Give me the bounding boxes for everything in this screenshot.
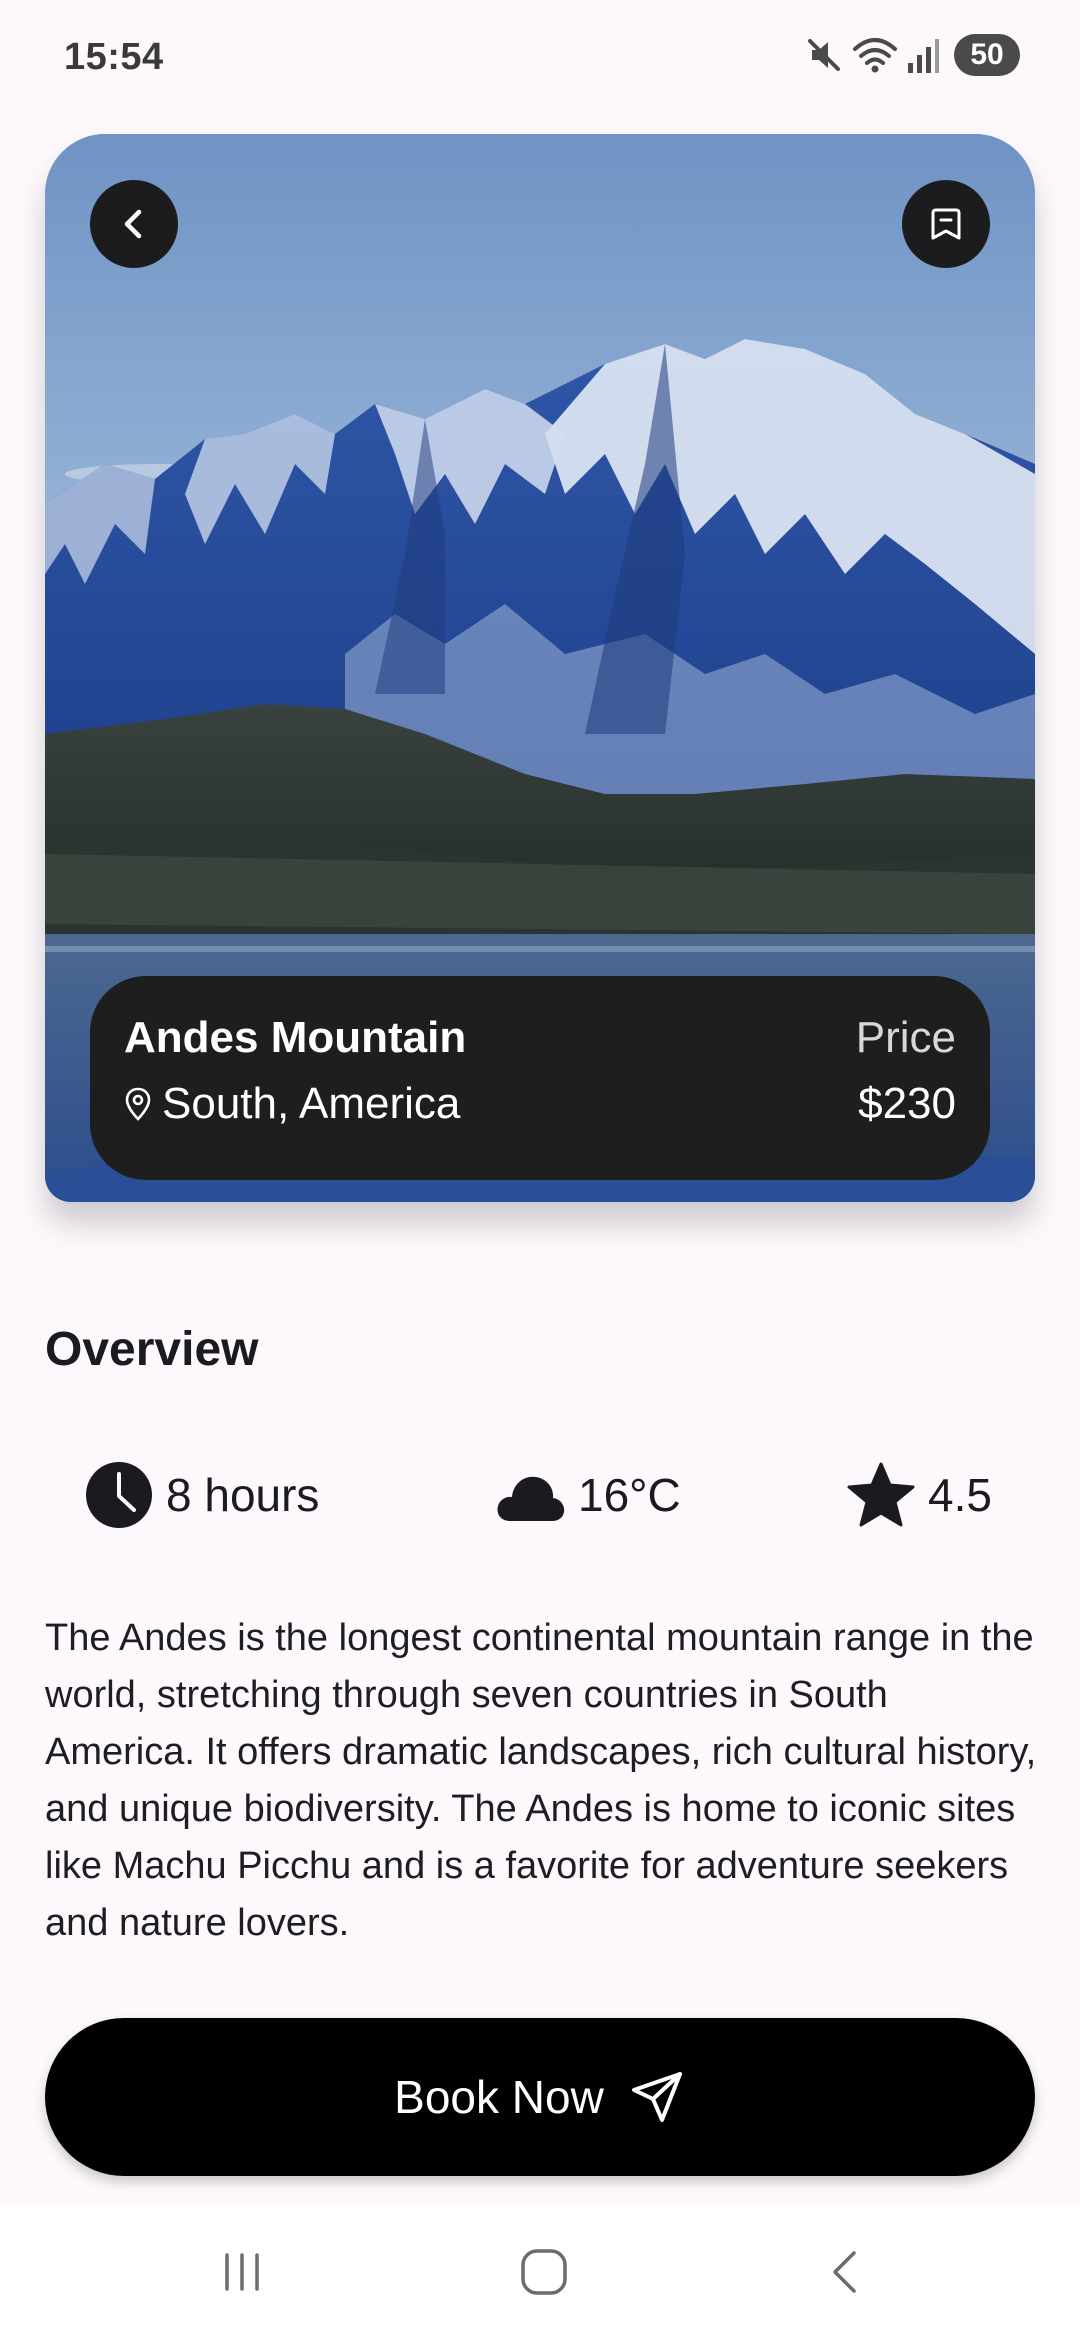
chevron-left-icon [124,209,142,239]
bookmark-button[interactable] [902,180,990,268]
book-now-label: Book Now [394,2071,604,2123]
system-back-button[interactable] [816,2242,876,2302]
recents-button[interactable] [212,2242,272,2302]
price-value: $230 [858,1079,956,1128]
signal-icon [906,35,940,75]
overview-title: Overview [45,1323,259,1376]
home-icon [521,2249,567,2295]
rating-value: 4.5 [928,1469,992,1521]
mute-icon [804,35,844,75]
place-name: Andes Mountain [124,1013,467,1062]
wifi-icon [852,35,898,75]
recents-icon [225,2253,259,2291]
hero-card: Andes Mountain South, America Price $230 [45,134,1035,1202]
bookmark-icon [931,208,961,240]
destination-description: The Andes is the longest continental mou… [45,1617,1037,1944]
place-location: South, America [124,1082,460,1126]
system-navigation-bar [0,2204,1080,2340]
status-icons: 50 [804,30,1020,80]
location-pin-icon [125,1087,151,1121]
clock-icon [86,1462,152,1528]
status-bar: 15:54 50 [0,0,1080,110]
status-time: 15:54 [64,36,164,78]
cloud-icon [497,1476,565,1521]
book-now-button[interactable]: Book Now [45,2018,1035,2176]
destination-info-panel: Andes Mountain South, America Price $230 [90,976,990,1180]
send-icon [631,2072,682,2122]
temperature-value: 16°C [578,1469,681,1521]
star-icon [847,1462,915,1527]
price-label: Price [855,1013,956,1062]
duration-stat: 8 hours [84,1460,319,1530]
location-text: South, America [162,1079,461,1128]
battery-icon: 50 [954,34,1020,76]
temperature-stat: 16°C [494,1460,681,1530]
rating-stat: 4.5 [846,1460,992,1530]
home-button[interactable] [514,2242,574,2302]
back-button[interactable] [90,180,178,268]
back-icon [833,2251,856,2293]
duration-value: 8 hours [166,1469,320,1521]
